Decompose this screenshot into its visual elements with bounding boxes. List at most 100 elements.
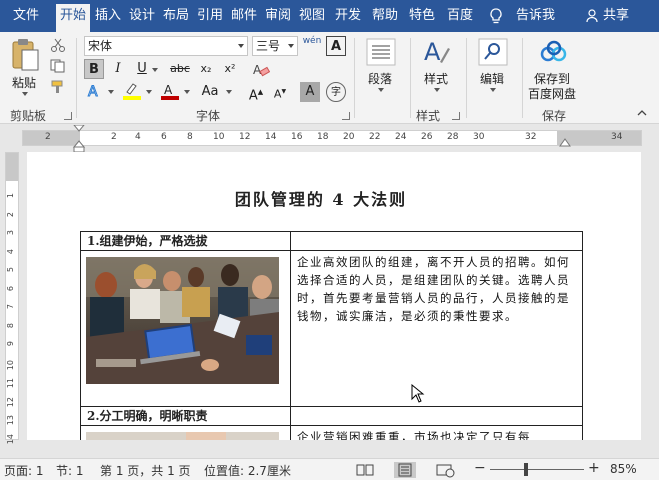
tab-developer[interactable]: 开发 [330,0,366,32]
svg-text:A: A [253,63,262,77]
ruler-track[interactable]: 2 2 4 6 8 10 12 14 16 18 20 22 24 26 28 30 32 34 [22,125,642,153]
tab-insert[interactable]: 插入 [92,0,124,32]
tab-help[interactable]: 帮助 [368,0,402,32]
font-name-value: 宋体 [88,39,113,53]
font-color-icon[interactable]: A [160,82,180,100]
tab-layout[interactable]: 布局 [160,0,192,32]
underline-button[interactable]: U [132,59,152,79]
paragraph-icon[interactable] [366,38,396,66]
page-title[interactable]: 团队管理的 4 大法则 [27,186,615,210]
subscript-button[interactable]: x₂ [196,59,216,79]
zoom-slider-thumb[interactable] [524,463,528,476]
person-share-icon[interactable] [586,9,600,23]
team-photo-2[interactable] [86,432,279,440]
tab-home[interactable]: 开始 [56,4,90,32]
font-launcher-icon[interactable] [342,112,350,120]
tab-review[interactable]: 审阅 [262,0,294,32]
save-to-baidu-line2[interactable]: 百度网盘 [528,85,576,102]
character-shading-button[interactable]: A [300,82,320,102]
heading-2-text: 2.分工明确，明晰职责 [87,409,208,423]
superscript-button[interactable]: x² [220,59,240,79]
character-border-button[interactable]: A [326,36,346,56]
paste-icon[interactable] [10,38,40,72]
table-cell-empty-2[interactable] [291,407,583,426]
lightbulb-icon[interactable] [488,8,504,26]
text-effects-dropdown-icon[interactable] [108,90,114,94]
tab-design[interactable]: 设计 [126,0,158,32]
bold-button[interactable]: B [84,59,104,79]
team-meeting-photo[interactable] [86,257,279,384]
clear-formatting-icon[interactable]: A [252,62,270,78]
content-table[interactable]: 1.组建伊始，严格选拔 企业高效团队的组建，离不开人员的招聘。如何选择合适的人员… [80,231,583,440]
change-case-button[interactable]: Aa [198,82,222,102]
font-color-dropdown-icon[interactable] [184,90,190,94]
status-position[interactable]: 位置值: 2.7厘米 [204,462,291,479]
highlight-dropdown-icon[interactable] [146,90,152,94]
table-cell-photo-2[interactable] [81,426,291,440]
collapse-ribbon-icon[interactable] [636,108,648,118]
styles-launcher-icon[interactable] [452,112,460,120]
format-painter-icon[interactable] [50,80,66,94]
tab-baidu[interactable]: 百度 [442,0,478,32]
paste-button[interactable]: 粘贴 [12,74,36,91]
indent-marker-icon[interactable] [73,125,85,153]
shrink-font-button[interactable]: A▼ [270,82,290,102]
zoom-slider-track[interactable] [490,469,584,470]
table-cell-heading-1[interactable]: 1.组建伊始，严格选拔 [81,232,291,251]
document-page[interactable]: 团队管理的 4 大法则 1.组建伊始，严格选拔 企业高效团队的组建，离不开人员的… [27,152,641,440]
tab-mailings[interactable]: 邮件 [228,0,260,32]
tab-view[interactable]: 视图 [296,0,328,32]
table-cell-text-2[interactable]: 企业营销困难重重，市场也决定了只有每 [291,426,583,440]
ruler-tick-label: 18 [317,132,329,142]
highlight-icon[interactable] [122,82,142,100]
editing-dropdown-icon[interactable] [490,88,496,92]
editing-button[interactable]: 编辑 [480,70,504,87]
styles-dropdown-icon[interactable] [434,88,440,92]
font-name-combo[interactable]: 宋体 [84,36,248,56]
ruler-left-margin [23,131,80,145]
styles-icon[interactable]: A [422,36,452,66]
font-size-combo[interactable]: 三号 [252,36,298,56]
status-section[interactable]: 节: 1 [56,462,84,479]
tell-me-search[interactable]: 告诉我 [516,0,555,32]
status-page[interactable]: 页面: 1 [4,462,44,479]
tab-featured[interactable]: 特色 [404,0,440,32]
status-page-count[interactable]: 第 1 页，共 1 页 [100,462,191,479]
table-cell-empty-1[interactable] [291,232,583,251]
tab-references[interactable]: 引用 [194,0,226,32]
paste-dropdown-icon[interactable] [22,92,28,96]
phonetic-guide-button[interactable]: wén [302,36,322,56]
clipboard-launcher-icon[interactable] [64,112,72,120]
read-mode-icon[interactable] [354,462,376,478]
zoom-level[interactable]: 85% [610,462,637,476]
copy-icon[interactable] [50,59,66,73]
search-icon[interactable] [478,38,508,66]
tab-file[interactable]: 文件 [0,0,52,32]
grow-font-button[interactable]: A▲ [246,82,266,103]
cut-icon[interactable] [50,38,66,52]
paragraph-dropdown-icon[interactable] [378,88,384,92]
vertical-ruler-track[interactable]: 1 2 3 4 5 6 7 8 9 10 11 12 13 14 [5,152,19,444]
strikethrough-button[interactable]: abc [166,59,194,79]
table-cell-heading-2[interactable]: 2.分工明确，明晰职责 [81,407,291,426]
paragraph-button[interactable]: 段落 [368,70,392,87]
underline-dropdown-icon[interactable] [152,68,158,72]
mouse-pointer-icon [411,384,425,403]
zoom-in-button[interactable]: + [588,460,600,476]
web-layout-icon[interactable] [434,462,456,478]
zoom-out-button[interactable]: − [474,460,486,476]
share-button[interactable]: 共享 [603,0,629,32]
table-cell-photo-1[interactable] [81,251,291,407]
chevron-down-icon[interactable] [238,44,244,48]
text-effects-icon[interactable]: A [86,82,104,101]
italic-button[interactable]: I [108,59,128,79]
vertical-scrollbar[interactable] [641,152,659,440]
print-layout-icon[interactable] [394,462,416,478]
change-case-dropdown-icon[interactable] [226,90,232,94]
enclose-characters-button[interactable]: 字 [326,82,346,102]
chevron-down-icon[interactable] [288,44,294,48]
right-indent-marker-icon[interactable] [559,138,571,148]
styles-button[interactable]: 样式 [424,70,448,87]
table-cell-text-1[interactable]: 企业高效团队的组建，离不开人员的招聘。如何选择合适的人员，是组建团队的关键。选聘… [291,251,583,407]
baidu-cloud-icon[interactable] [540,40,568,64]
